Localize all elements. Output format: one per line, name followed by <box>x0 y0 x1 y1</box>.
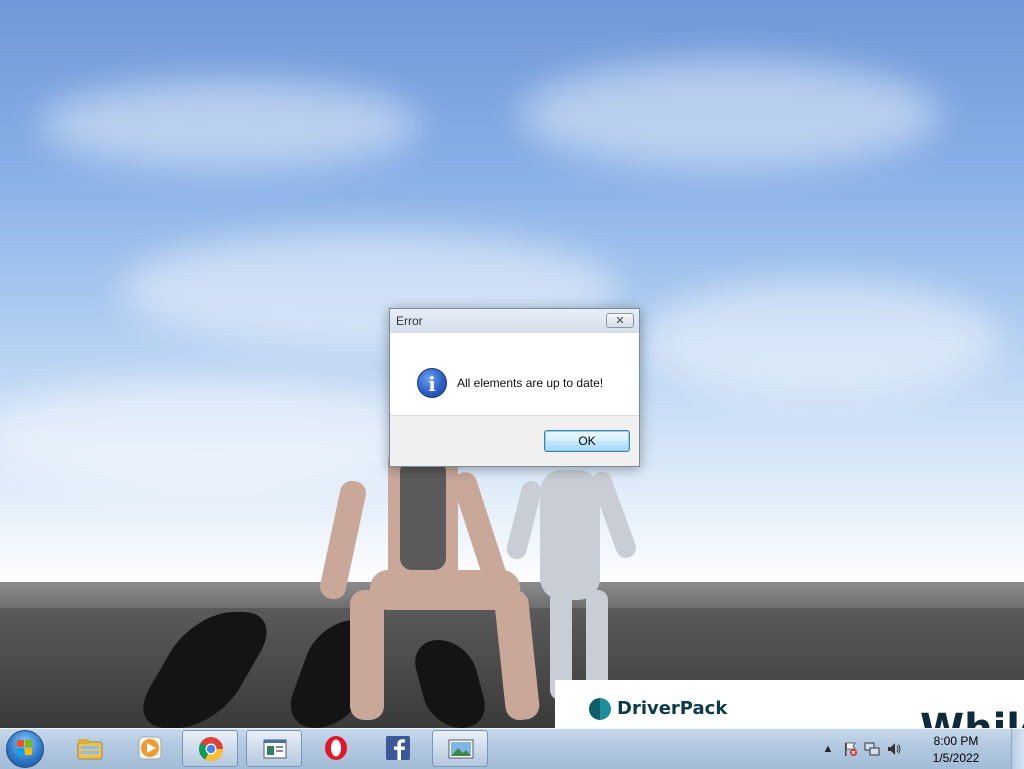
dialog-titlebar[interactable]: Error ✕ <box>390 309 639 334</box>
taskbar-chrome[interactable] <box>182 730 238 767</box>
opera-icon <box>325 736 347 760</box>
facebook-icon <box>386 736 410 760</box>
app-window-icon <box>263 739 287 759</box>
windows-logo-icon <box>17 740 33 756</box>
start-button[interactable] <box>6 730 44 768</box>
driverpack-logo-icon <box>589 698 611 720</box>
dialog-title: Error <box>396 314 423 328</box>
taskbar: ▲ 8:00 PM 1/5/2022 <box>0 728 1024 769</box>
dialog-footer: OK <box>390 415 639 466</box>
driverpack-heading: While <box>920 706 1024 728</box>
clock-date[interactable]: 1/5/2022 <box>920 751 992 765</box>
close-button[interactable]: ✕ <box>606 313 634 328</box>
info-icon: i <box>417 368 447 398</box>
windows-explorer-icon <box>77 739 103 760</box>
taskbar-image-viewer[interactable] <box>432 730 488 767</box>
clock-time[interactable]: 8:00 PM <box>920 734 992 748</box>
ok-button[interactable]: OK <box>544 430 630 452</box>
system-tray: ▲ 8:00 PM 1/5/2022 <box>820 729 1010 769</box>
driverpack-panel: DriverPack While <box>555 680 1024 728</box>
taskbar-app-window[interactable] <box>246 730 302 767</box>
chrome-icon <box>198 737 223 762</box>
taskbar-media-player[interactable] <box>122 730 178 767</box>
image-viewer-icon <box>448 739 474 759</box>
windows-media-player-icon <box>138 736 162 760</box>
dialog-body: i All elements are up to date! <box>390 333 639 417</box>
volume-icon[interactable] <box>886 741 902 757</box>
close-icon: ✕ <box>615 315 625 327</box>
show-hidden-icons-button[interactable]: ▲ <box>820 741 836 757</box>
error-dialog: Error ✕ i All elements are up to date! O… <box>389 308 640 467</box>
show-desktop-button[interactable] <box>1011 729 1024 769</box>
driverpack-brand: DriverPack <box>617 698 728 719</box>
taskbar-explorer[interactable] <box>62 730 118 767</box>
taskbar-facebook[interactable] <box>370 730 426 767</box>
dialog-message: All elements are up to date! <box>457 376 604 390</box>
action-center-flag-icon[interactable] <box>842 741 858 757</box>
taskbar-opera[interactable] <box>308 730 364 767</box>
network-icon[interactable] <box>864 741 880 757</box>
